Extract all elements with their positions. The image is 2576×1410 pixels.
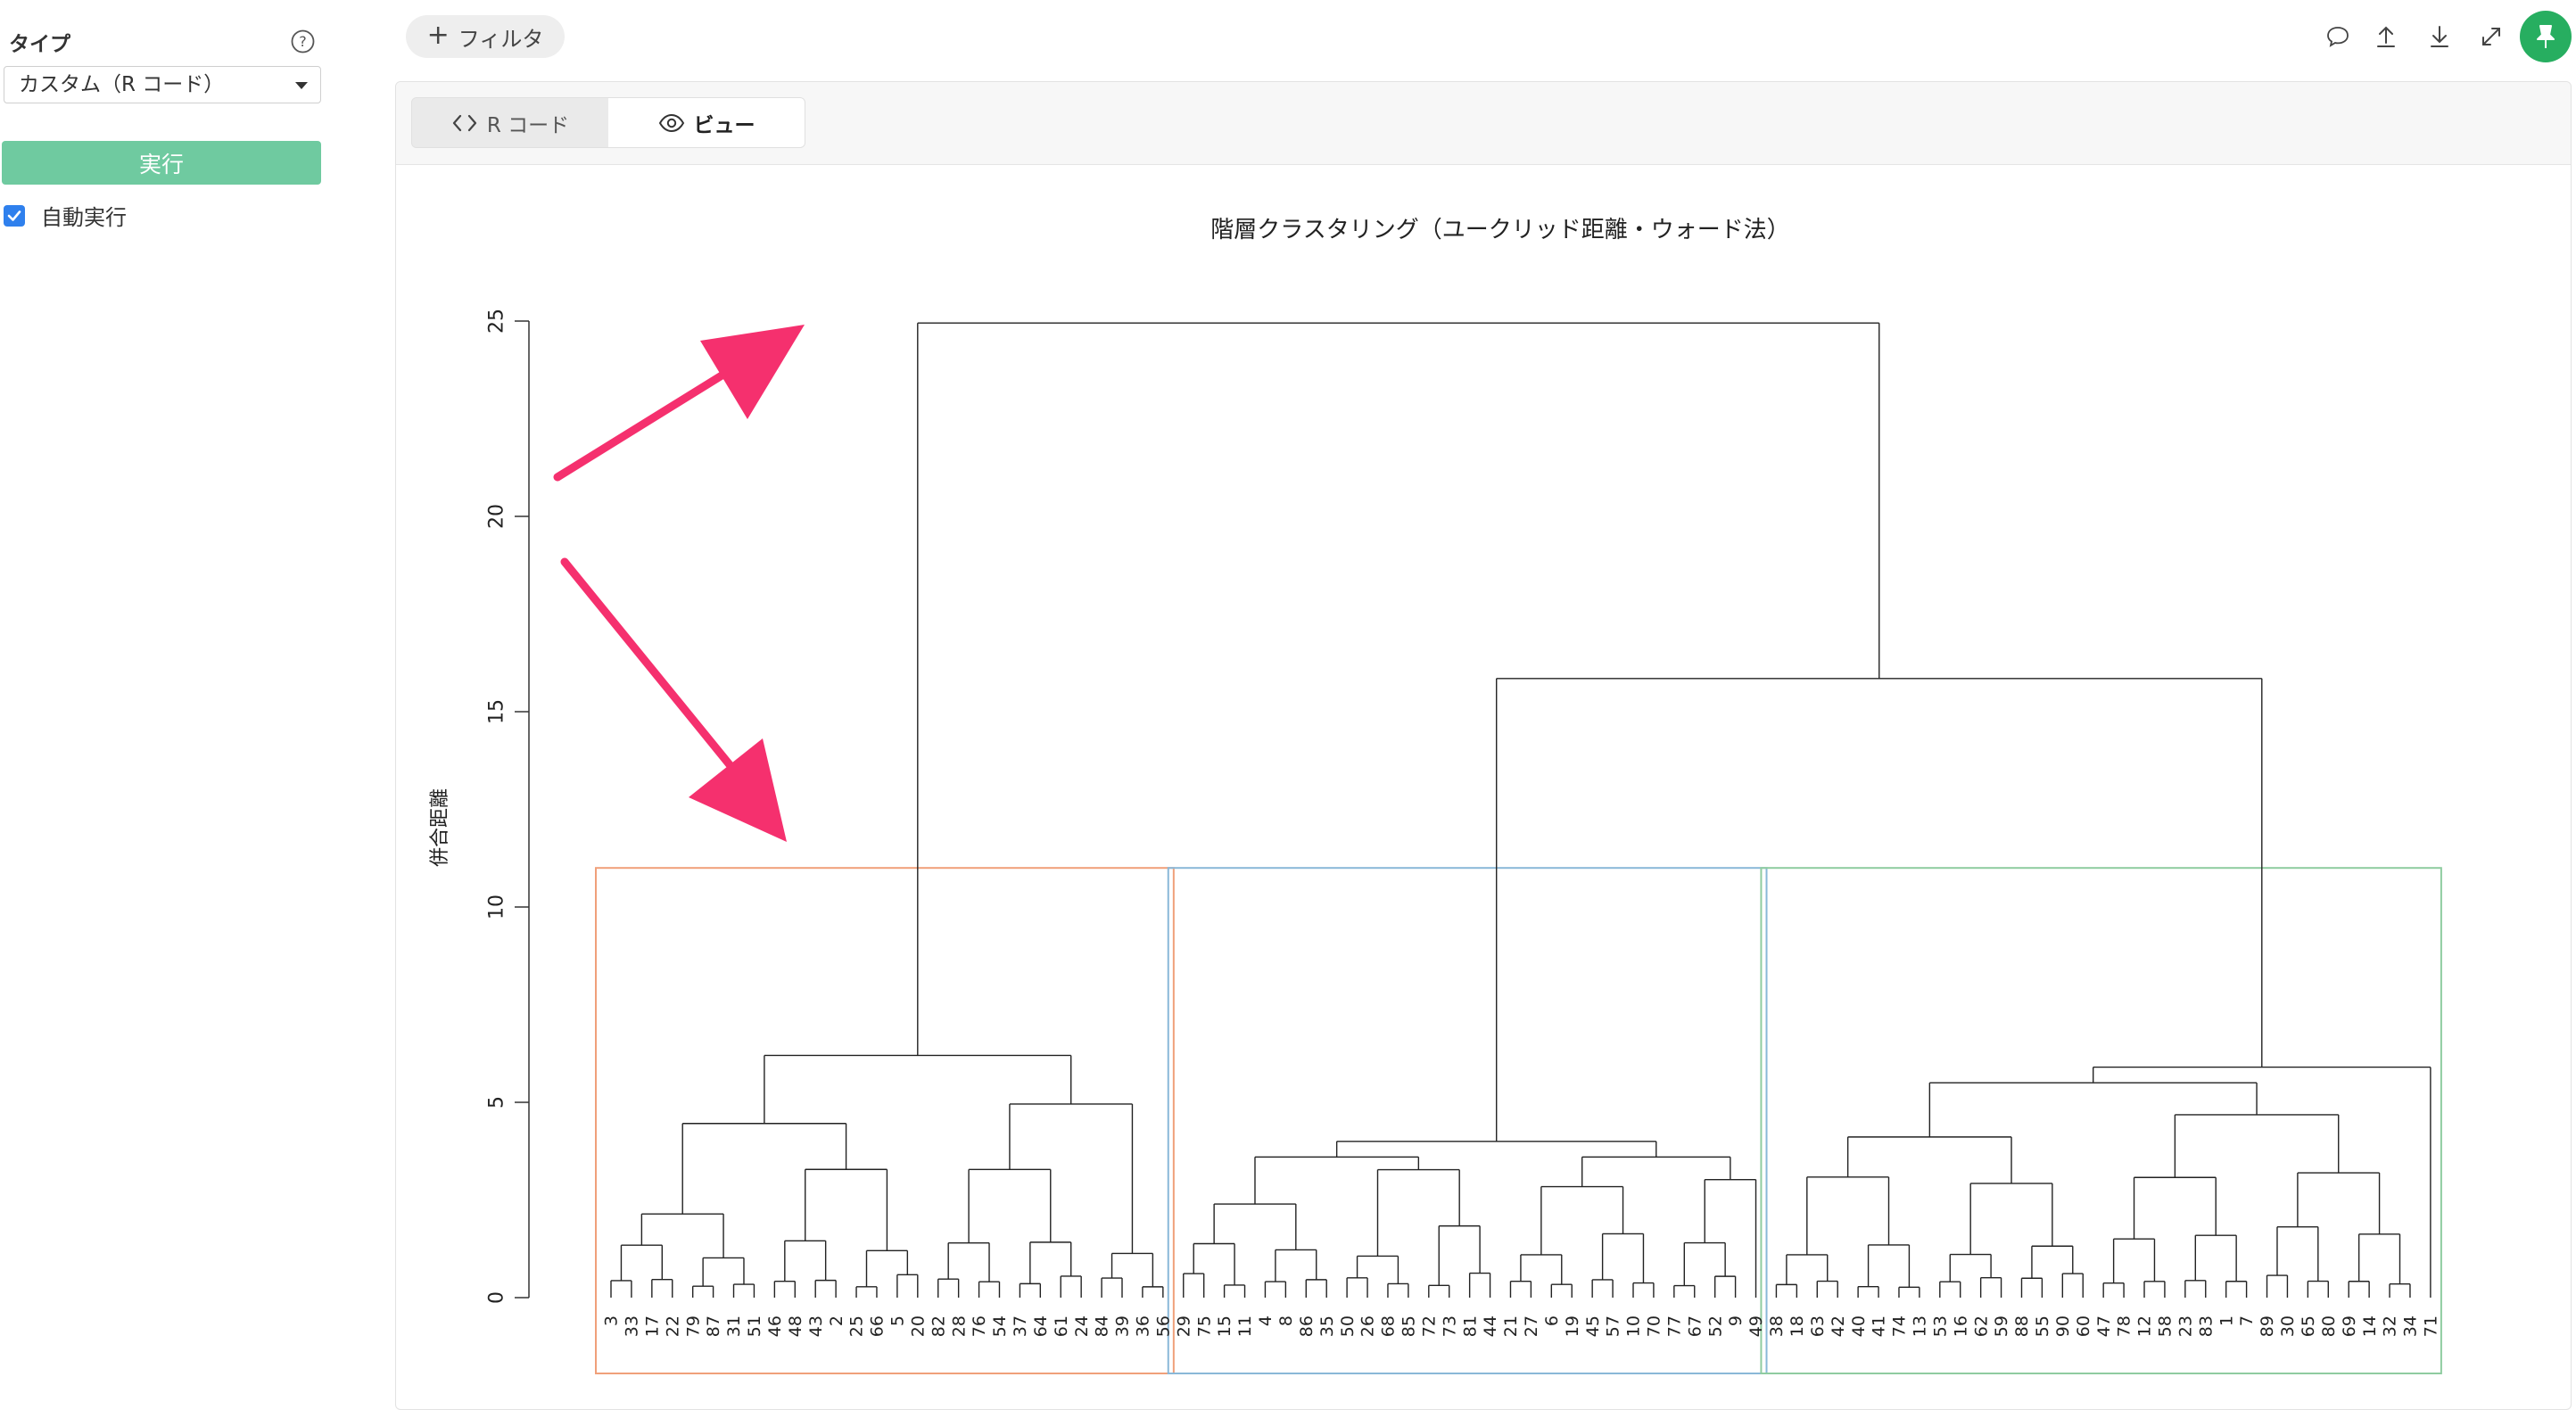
pin-icon — [2537, 25, 2555, 48]
filter-label: フィルタ — [458, 26, 544, 52]
svg-text:?: ? — [299, 33, 307, 50]
view-tabs: R コード ビュー — [411, 97, 805, 148]
expand-icon[interactable] — [2478, 23, 2505, 50]
type-label: タイプ — [9, 33, 70, 56]
code-icon — [452, 114, 476, 131]
auto-run-toggle[interactable]: 自動実行 — [4, 200, 127, 231]
comment-icon[interactable] — [2324, 23, 2351, 50]
chevron-down-icon — [295, 82, 308, 89]
auto-run-label: 自動実行 — [41, 205, 127, 230]
check-icon — [7, 210, 21, 221]
type-select-value: カスタム（R コード） — [19, 73, 225, 96]
tab-r-code-label: R コード — [486, 113, 570, 137]
type-select[interactable]: カスタム（R コード） — [4, 66, 321, 103]
tab-view[interactable]: ビュー — [608, 98, 805, 147]
download-icon[interactable] — [2426, 23, 2453, 50]
add-filter-button[interactable]: + フィルタ — [406, 15, 565, 58]
tab-r-code[interactable]: R コード — [412, 98, 608, 147]
sidebar: タイプ ? カスタム（R コード） 実行 自動実行 — [0, 0, 330, 1398]
help-icon[interactable]: ? — [291, 29, 315, 54]
output-panel: R コード ビュー — [395, 81, 2572, 1410]
plus-icon: + — [426, 19, 450, 51]
tab-view-label: ビュー — [693, 113, 755, 137]
eye-icon — [658, 113, 684, 132]
panel-header: R コード ビュー — [396, 82, 2571, 165]
pin-button[interactable] — [2520, 11, 2572, 62]
run-button[interactable]: 実行 — [2, 141, 321, 185]
upload-icon[interactable] — [2373, 23, 2399, 50]
auto-run-checkbox[interactable] — [4, 204, 25, 227]
